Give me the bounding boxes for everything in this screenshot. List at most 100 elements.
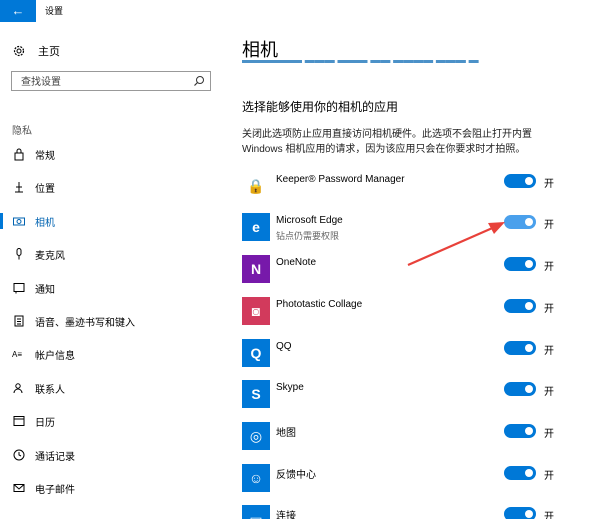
sidebar-item-location[interactable]: 位置 xyxy=(0,172,228,202)
lock-icon xyxy=(14,148,24,161)
toggle-state-label: 开 xyxy=(544,512,554,519)
toggle-state-label: 开 xyxy=(544,346,554,357)
call-history-icon xyxy=(13,449,25,461)
description-text: 关闭此选项防止应用直接访问相机硬件。此选项不会阻止打开内置 Windows 相机… xyxy=(242,129,532,155)
toggle-state-label: 开 xyxy=(544,429,554,440)
camera-access-toggle[interactable] xyxy=(504,382,536,396)
keeper-lock-icon: 🔒 xyxy=(242,172,270,200)
active-indicator xyxy=(0,212,3,229)
feedback-hub-icon: ☺ xyxy=(242,464,270,492)
skype-icon: S xyxy=(242,380,270,408)
camera-access-toggle[interactable] xyxy=(504,174,536,188)
sidebar-item-account-info[interactable]: A≡ 帐户信息 xyxy=(0,339,228,369)
window-title: 设置 xyxy=(45,6,64,16)
app-name: Phototastic Collage xyxy=(276,299,363,310)
section-label-privacy: 隐私 xyxy=(12,126,32,137)
connect-icon: ▭ xyxy=(242,505,270,519)
app-name: QQ xyxy=(276,341,292,352)
app-name: 反馈中心 xyxy=(276,470,316,481)
sidebar-item-label: 常规 xyxy=(35,151,55,162)
section-heading: 选择能够使用你的相机的应用 xyxy=(242,100,399,114)
app-row: ◙ Phototastic Collage 开 xyxy=(242,297,582,333)
toggle-knob xyxy=(525,177,533,185)
sidebar-item-label: 电子邮件 xyxy=(35,485,75,496)
app-name: Skype xyxy=(276,382,304,393)
edge-icon: e xyxy=(242,213,270,241)
toggle-knob xyxy=(525,260,533,268)
back-button[interactable]: ← xyxy=(0,0,36,22)
email-icon xyxy=(13,484,25,492)
sidebar-home[interactable]: 主页 xyxy=(12,42,60,60)
app-name: Microsoft Edge xyxy=(276,215,343,226)
sidebar-item-label: 通话记录 xyxy=(35,451,75,463)
camera-access-toggle[interactable] xyxy=(504,424,536,438)
camera-access-toggle[interactable] xyxy=(504,341,536,355)
camera-access-toggle[interactable] xyxy=(504,299,536,313)
camera-access-toggle[interactable] xyxy=(504,466,536,480)
cut-off-link: ▬▬▬▬▬▬ ▬▬▬ ▬▬▬ ▬▬ ▬▬▬▬ ▬▬▬ ▬ xyxy=(242,56,479,66)
camera-access-toggle[interactable] xyxy=(504,507,536,519)
sidebar-item-lock[interactable]: 常规 xyxy=(0,139,228,169)
clipboard-icon xyxy=(14,315,24,327)
microphone-icon xyxy=(16,248,22,260)
camera-icon xyxy=(13,217,25,226)
search-input[interactable] xyxy=(21,74,189,91)
app-name: 地图 xyxy=(276,428,296,439)
app-row: 🔒 Keeper® Password Manager 开 xyxy=(242,172,582,208)
sidebar-item-label: 语音、墨迹书写和键入 xyxy=(35,318,135,329)
sidebar-item-email[interactable]: 电子邮件 xyxy=(0,473,228,503)
sidebar-item-call-history[interactable]: 通话记录 xyxy=(0,440,228,470)
maps-icon: ◎ xyxy=(242,422,270,450)
toggle-knob xyxy=(525,427,533,435)
sidebar-item-contacts[interactable]: 联系人 xyxy=(0,373,228,403)
sidebar-item-label: 帐户信息 xyxy=(35,351,75,363)
calendar-icon xyxy=(13,416,25,427)
sidebar-item-label: 相机 xyxy=(35,217,55,229)
svg-text:A≡: A≡ xyxy=(12,350,22,359)
toggle-knob xyxy=(525,302,533,310)
notification-icon xyxy=(13,282,25,294)
app-row: e Microsoft Edge 钻点仍需要权限 开 xyxy=(242,213,582,249)
sidebar-item-notification[interactable]: 通知 xyxy=(0,273,228,303)
search-icon[interactable] xyxy=(193,75,205,87)
toggle-state-label: 开 xyxy=(544,179,554,190)
sidebar-home-label: 主页 xyxy=(38,46,60,58)
phototastic-icon: ◙ xyxy=(242,297,270,325)
app-name: OneNote xyxy=(276,257,317,268)
contacts-icon xyxy=(13,383,23,393)
search-box xyxy=(11,71,211,91)
toggle-knob xyxy=(525,344,533,352)
app-row: ☺ 反馈中心 开 xyxy=(242,464,582,500)
title-bar: ← 设置 xyxy=(0,0,600,22)
qq-icon: Q xyxy=(242,339,270,367)
sidebar-item-clipboard[interactable]: 语音、墨迹书写和键入 xyxy=(0,306,228,336)
app-name: Keeper® Password Manager xyxy=(276,174,405,185)
camera-access-toggle[interactable] xyxy=(504,215,536,229)
app-row: ◎ 地图 开 xyxy=(242,422,582,458)
sidebar-item-label: 联系人 xyxy=(35,384,65,396)
toggle-knob xyxy=(525,469,533,477)
toggle-state-label: 开 xyxy=(544,220,554,231)
sidebar-item-label: 日历 xyxy=(35,418,55,430)
toggle-knob xyxy=(525,385,533,393)
sidebar: 主页 隐私 常规位置相机麦克风通知语音、墨迹书写和键入 A≡ 帐户信息联系人日历通话… xyxy=(0,22,228,519)
app-row: N OneNote 开 xyxy=(242,255,582,291)
toggle-state-label: 开 xyxy=(544,387,554,398)
sidebar-item-calendar[interactable]: 日历 xyxy=(0,406,228,436)
onenote-icon: N xyxy=(242,255,270,283)
camera-access-toggle[interactable] xyxy=(504,257,536,271)
app-row: Q QQ 开 xyxy=(242,339,582,375)
location-icon xyxy=(15,182,23,193)
app-row: S Skype 开 xyxy=(242,380,582,416)
app-row: ▭ 连接 开 xyxy=(242,505,582,519)
app-subtitle: 钻点仍需要权限 xyxy=(276,231,340,241)
main-content: 相机 ▬▬▬▬▬▬ ▬▬▬ ▬▬▬ ▬▬ ▬▬▬▬ ▬▬▬ ▬ 选择能够使用你的… xyxy=(228,22,600,519)
sidebar-item-microphone[interactable]: 麦克风 xyxy=(0,239,228,269)
sidebar-item-label: 位置 xyxy=(35,184,55,196)
toggle-knob xyxy=(525,510,533,518)
toggle-knob xyxy=(525,218,533,226)
toggle-state-label: 开 xyxy=(544,471,554,482)
sidebar-item-camera[interactable]: 相机 xyxy=(0,206,228,236)
sidebar-item-label: 通知 xyxy=(35,284,55,296)
account-info-icon: A≡ xyxy=(12,350,22,359)
